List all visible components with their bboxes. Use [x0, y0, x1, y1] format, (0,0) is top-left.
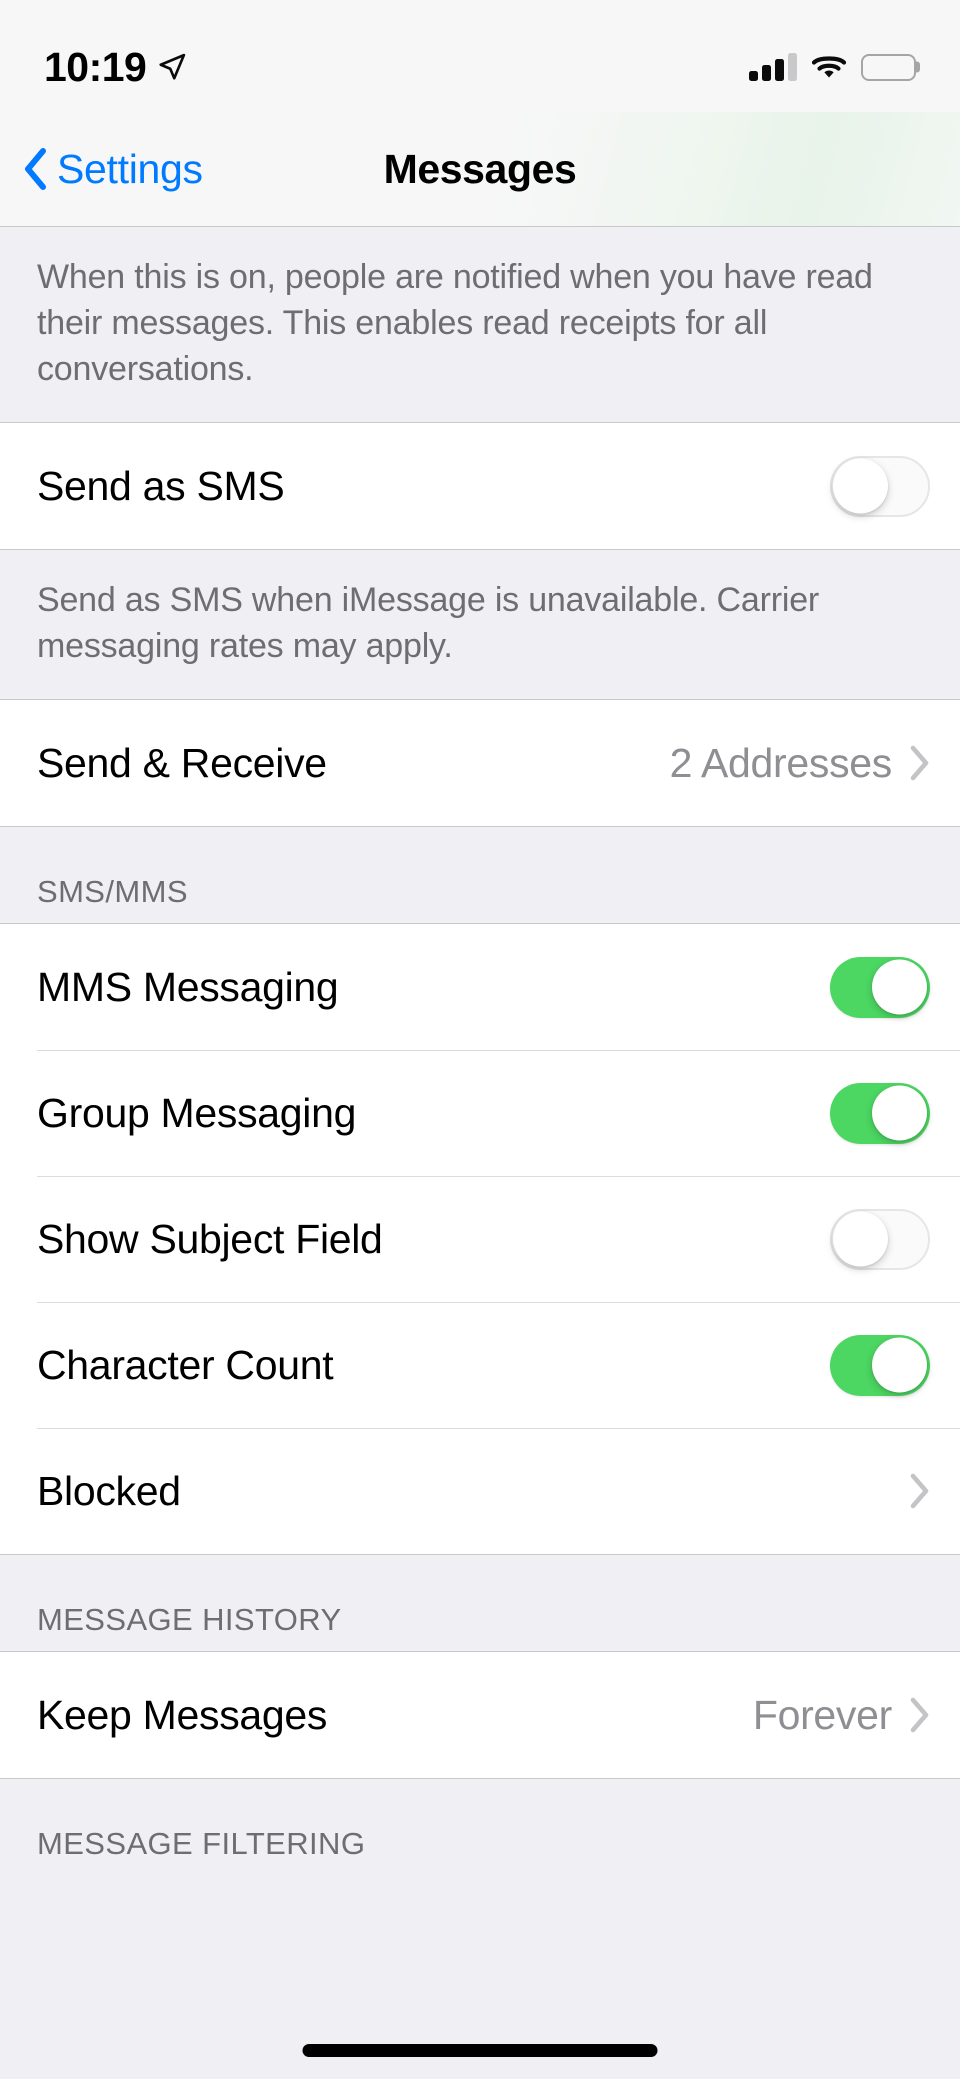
row-mms-messaging[interactable]: MMS Messaging — [0, 924, 960, 1050]
row-label: Send & Receive — [37, 739, 327, 786]
section-header-sms-mms: SMS/MMS — [37, 874, 188, 909]
message-history-group: Keep Messages Forever — [0, 1651, 960, 1779]
section-header-message-filtering: MESSAGE FILTERING — [37, 1826, 366, 1861]
send-receive-group: Send & Receive 2 Addresses — [0, 699, 960, 827]
row-label: Show Subject Field — [37, 1215, 383, 1262]
navigation-bar: Settings Messages — [0, 112, 960, 227]
row-accessory: 2 Addresses — [670, 740, 930, 787]
row-send-as-sms[interactable]: Send as SMS — [0, 423, 960, 549]
messages-settings-screen: 10:19 Settings Messages When this is on,… — [0, 0, 960, 2079]
toggle-knob — [872, 1085, 927, 1141]
row-label: Keep Messages — [37, 1691, 328, 1738]
toggle-knob — [833, 1211, 888, 1267]
status-bar-clock: 10:19 — [44, 43, 147, 90]
section-header-message-history: MESSAGE HISTORY — [37, 1602, 342, 1637]
row-label: Character Count — [37, 1341, 334, 1388]
location-arrow-icon — [157, 52, 187, 82]
chevron-right-icon — [910, 1697, 930, 1733]
row-show-subject-field[interactable]: Show Subject Field — [0, 1176, 960, 1302]
settings-content: When this is on, people are notified whe… — [0, 227, 960, 1875]
status-bar: 10:19 — [0, 0, 960, 112]
status-bar-right — [749, 53, 920, 81]
wifi-icon — [811, 53, 847, 81]
row-group-messaging[interactable]: Group Messaging — [0, 1050, 960, 1176]
toggle-knob — [833, 458, 888, 514]
home-indicator[interactable] — [302, 2044, 658, 2057]
toggle-knob — [872, 1337, 927, 1393]
send-as-sms-footer: Send as SMS when iMessage is unavailable… — [37, 581, 820, 665]
row-send-and-receive[interactable]: Send & Receive 2 Addresses — [0, 700, 960, 826]
row-value: 2 Addresses — [669, 739, 893, 786]
cellular-signal-icon — [749, 53, 797, 81]
sms-mms-group: MMS Messaging Group Messaging Show Subje… — [0, 923, 960, 1555]
read-receipts-footer: When this is on, people are notified whe… — [37, 258, 873, 388]
back-button-label: Settings — [57, 145, 203, 192]
row-keep-messages[interactable]: Keep Messages Forever — [0, 1652, 960, 1778]
row-blocked[interactable]: Blocked — [0, 1428, 960, 1554]
back-button[interactable]: Settings — [22, 146, 203, 193]
chevron-right-icon — [910, 745, 930, 781]
row-accessory: Forever — [753, 1692, 930, 1739]
row-accessory — [910, 1473, 930, 1509]
character-count-toggle[interactable] — [830, 1334, 930, 1396]
status-bar-left: 10:19 — [44, 43, 187, 90]
row-label: Send as SMS — [37, 462, 285, 509]
toggle-knob — [872, 959, 927, 1015]
group-messaging-toggle[interactable] — [830, 1082, 930, 1144]
row-value: Forever — [752, 1691, 892, 1738]
chevron-left-icon — [22, 147, 48, 191]
send-as-sms-group: Send as SMS — [0, 422, 960, 550]
send-as-sms-toggle[interactable] — [830, 455, 930, 517]
row-character-count[interactable]: Character Count — [0, 1302, 960, 1428]
mms-messaging-toggle[interactable] — [830, 956, 930, 1018]
row-label: MMS Messaging — [37, 963, 339, 1010]
row-label: Blocked — [37, 1467, 181, 1514]
chevron-right-icon — [910, 1473, 930, 1509]
battery-icon — [861, 53, 920, 81]
show-subject-field-toggle[interactable] — [830, 1208, 930, 1270]
row-label: Group Messaging — [37, 1089, 357, 1136]
